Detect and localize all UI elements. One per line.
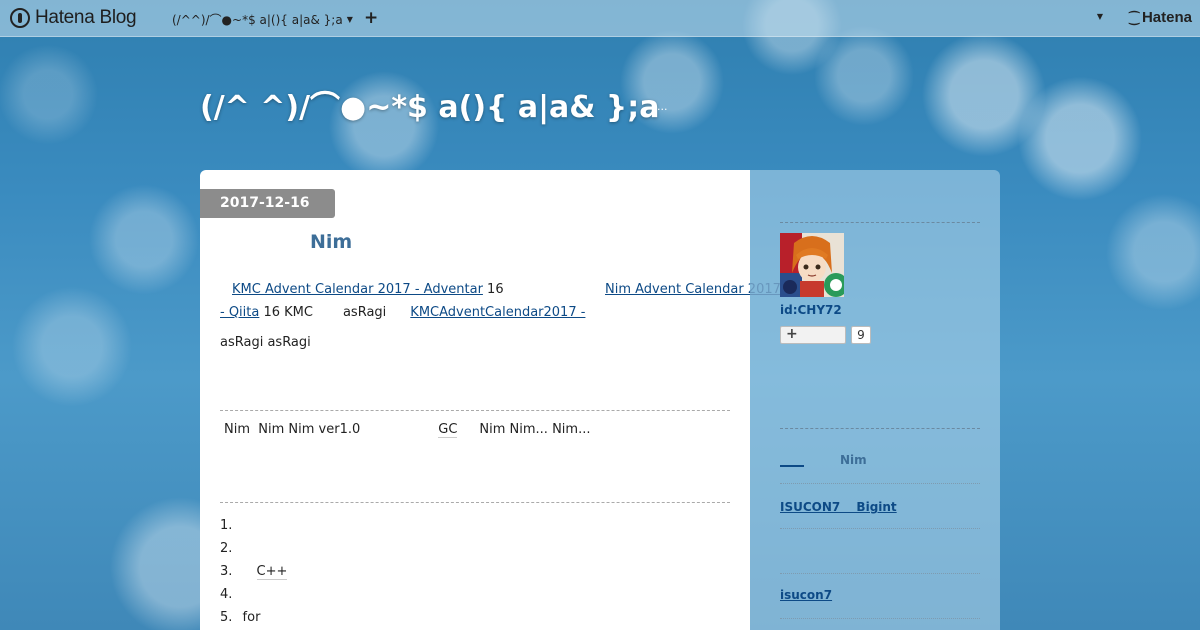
caret-down-icon: ▼ (346, 15, 353, 24)
hatena-blog-icon (10, 8, 30, 28)
sidebar-item-divider (780, 618, 980, 619)
section-text-3: Nim Nim... (479, 422, 548, 437)
adventar-link[interactable]: KMC Advent Calendar 2017 - Adventar (232, 282, 483, 297)
section-divider-2 (220, 502, 730, 503)
follow-button[interactable]: + (780, 326, 846, 344)
kmc-calendar-link[interactable]: KMCAdventCalendar2017 - (410, 305, 585, 320)
avatar[interactable] (780, 233, 844, 297)
section-text-1: Nim (224, 422, 250, 437)
section-text-2: Nim Nim ver1.0 (258, 422, 361, 437)
sidebar-divider (780, 222, 980, 223)
list-item-number: 3. (220, 564, 233, 579)
account-menu-caret-icon[interactable]: ▼ (1097, 12, 1103, 21)
list-item-number: 2. (220, 541, 233, 556)
entry-title[interactable]: Nim (310, 231, 352, 253)
category-link[interactable]: ____ (780, 453, 804, 467)
sidebar-category-row: ____ Nim (780, 453, 867, 467)
sidebar-entry-link-isucon7[interactable]: isucon7 (780, 588, 832, 602)
main-content: 2017-12-16 Nim KMC Advent Calendar 2017 … (200, 170, 781, 630)
list-item: 1. (220, 514, 287, 537)
sidebar-entry-link-isucon7-bigint[interactable]: ISUCON7 Bigint (780, 498, 897, 515)
write-entry-button[interactable]: + (364, 8, 378, 28)
sidebar-item-divider (780, 528, 980, 529)
hatena-mark-icon: ⁐ (1129, 10, 1139, 25)
section-text-4: Nim... (552, 422, 591, 437)
gc-keyword-link[interactable]: GC (438, 422, 458, 438)
blog-selector-label: (/^^)/⌒●~*$ a|(){ a|a& };a (172, 13, 343, 27)
paragraph-text-3: asRagi (342, 305, 387, 320)
list-item: 3. C++ (220, 560, 288, 583)
sidebar-divider-2 (780, 428, 980, 429)
ordered-list: 1. 2. 3. C++ 4. 5. for (220, 514, 288, 629)
list-item-number: 4. (220, 587, 233, 602)
avatar-image (780, 233, 844, 297)
paragraph-text-2: 16 KMC (259, 305, 313, 320)
follower-count: 9 (851, 326, 871, 344)
hatena-label: Hatena (1141, 9, 1192, 26)
section-text: Nim Nim Nim ver1.0 GC Nim Nim... Nim... (224, 422, 591, 438)
category-label: Nim (840, 453, 867, 467)
hatena-logo[interactable]: ⁐ Hatena (1129, 9, 1192, 26)
blog-description: ... (657, 100, 668, 113)
paragraph-2: asRagi asRagi (220, 335, 311, 350)
brand-label: Hatena Blog (35, 7, 137, 28)
list-item-number: 5. (220, 610, 233, 625)
user-id-link[interactable]: id:CHY72 (780, 303, 842, 317)
global-header: Hatena Blog (/^^)/⌒●~*$ a|(){ a|a& };a ▼… (0, 0, 1200, 37)
sidebar-item-divider (780, 483, 980, 484)
entry-date[interactable]: 2017-12-16 (200, 189, 335, 218)
paragraph-1-line-1: KMC Advent Calendar 2017 - Adventar 16 (220, 278, 504, 301)
list-item-text: for (242, 610, 261, 625)
list-item-number: 1. (220, 518, 233, 533)
list-item: 2. (220, 537, 287, 560)
qiita-link[interactable]: - Qiita (220, 305, 259, 320)
hatena-blog-logo[interactable]: Hatena Blog (10, 7, 137, 29)
paragraph-text: 16 (482, 282, 504, 297)
section-divider (220, 410, 730, 411)
sidebar-item-divider (780, 573, 980, 574)
blog-title[interactable]: (/^ ^)/⌒●~*$ a(){ a|a& };a (200, 82, 660, 126)
list-item: 4. (220, 583, 287, 606)
blog-selector[interactable]: (/^^)/⌒●~*$ a|(){ a|a& };a ▼ (172, 11, 353, 28)
paragraph-1-line-2: - Qiita 16 KMC asRagi KMCAdventCalendar201… (220, 301, 613, 324)
sidebar: id:CHY72 + 9 ____ Nim ISUCON7 Bigint isuc… (750, 170, 1000, 630)
list-item: 5. for (220, 606, 287, 629)
cpp-keyword-link[interactable]: C++ (256, 564, 288, 580)
